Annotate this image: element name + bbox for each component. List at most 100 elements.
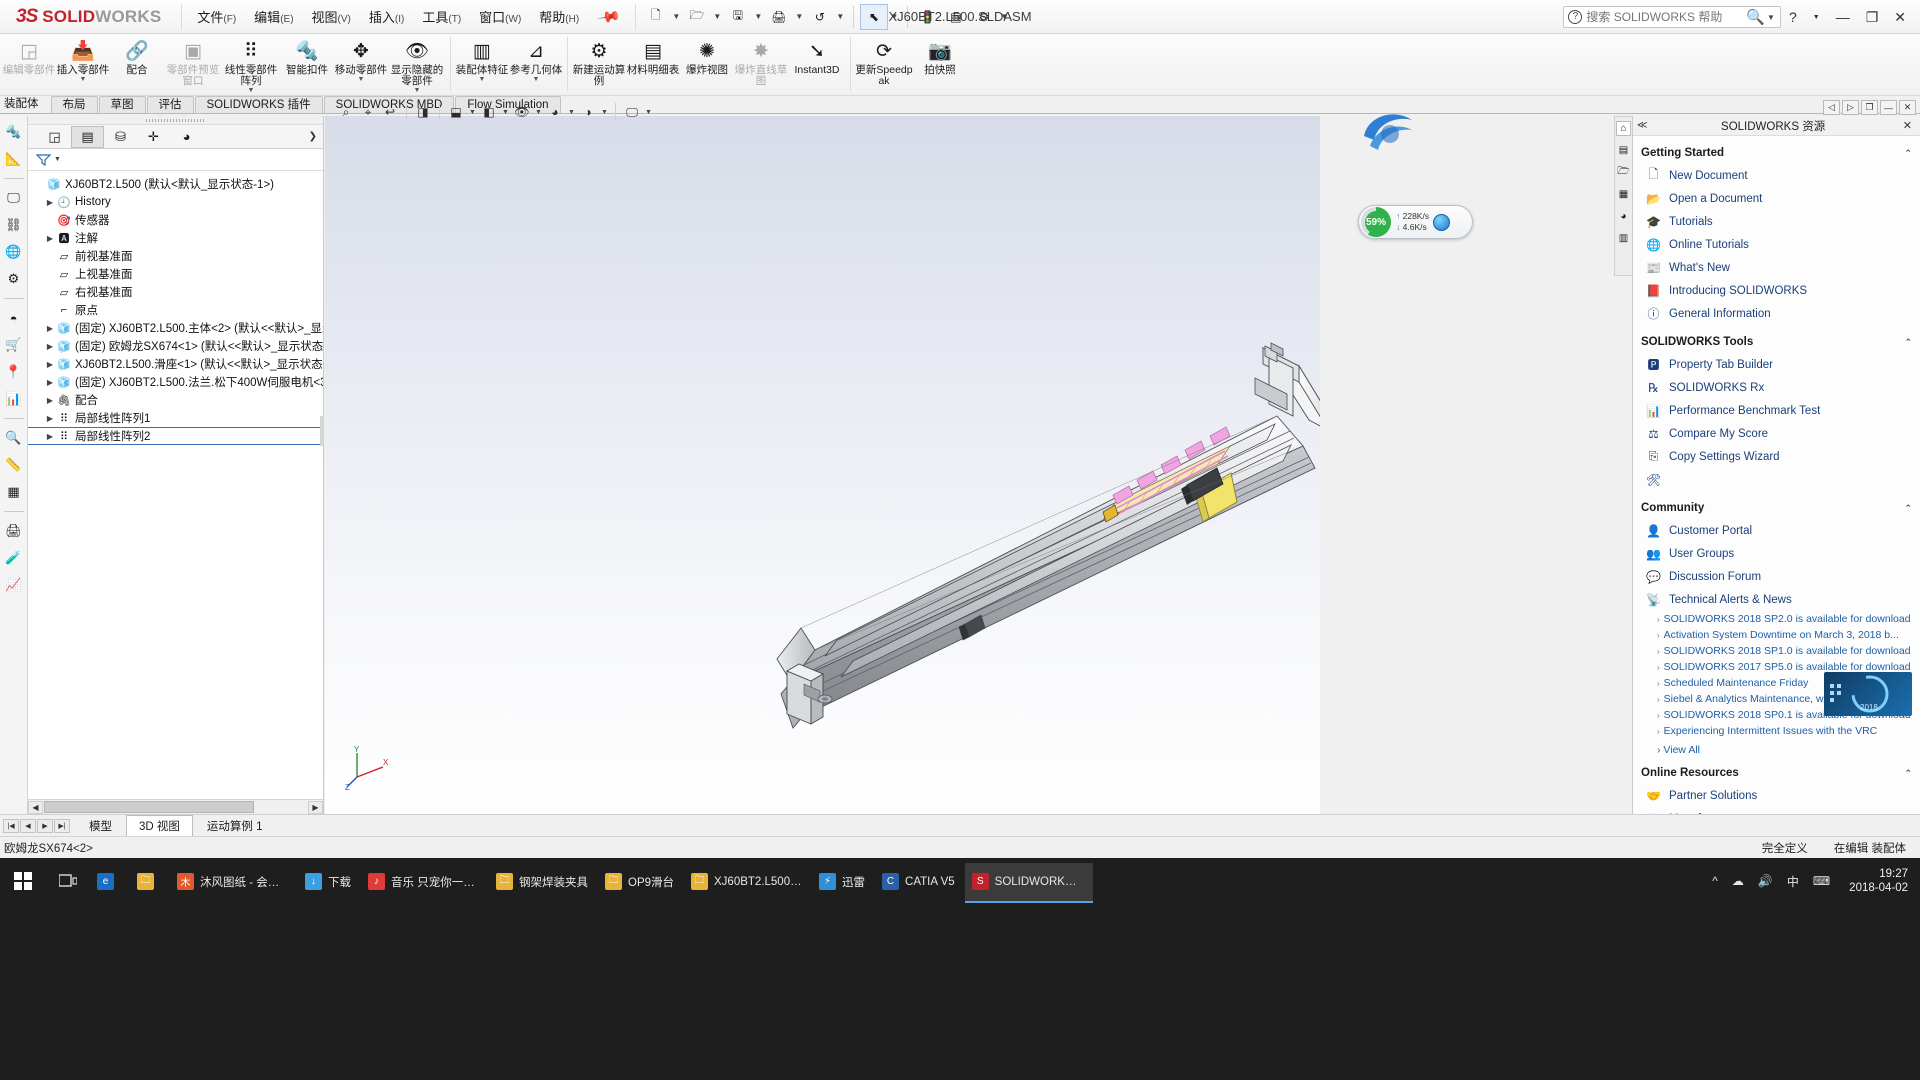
tree-item-13[interactable]: ▶⠿局部线性阵列1 — [28, 409, 323, 427]
print-icon[interactable]: 🖨 — [3, 521, 25, 541]
help-search-box[interactable]: ? 🔍 ▼ — [1563, 6, 1781, 28]
task-pane-back-arrows-icon[interactable]: ≪ — [1637, 120, 1647, 131]
open-document-caret-icon[interactable]: ▼ — [711, 4, 724, 30]
rebuild[interactable]: 🚦 — [914, 4, 942, 30]
chevron-up-icon[interactable]: ⌃ — [1904, 768, 1912, 779]
chevron-down-icon[interactable]: ▼ — [80, 76, 87, 83]
menu-item-4[interactable]: 工具(T) — [413, 2, 470, 31]
taskbar-clock[interactable]: 19:27 2018-04-02 — [1841, 867, 1920, 895]
task-pane-item-2-2[interactable]: 💬Discussion Forum — [1633, 565, 1920, 588]
analyze-icon[interactable]: 📈 — [3, 575, 25, 595]
task-pane-item-3-0[interactable]: 🤝Partner Solutions — [1633, 784, 1920, 807]
assembly-3d-model[interactable] — [325, 116, 1320, 814]
property-manager-tab[interactable]: ▤ — [71, 126, 104, 148]
view-orientation-icon[interactable]: ⬓ — [445, 101, 467, 123]
tree-expander-icon[interactable]: ▶ — [44, 432, 56, 441]
ribbon-button-7[interactable]: 👁显示隐藏的零部件▼ — [388, 34, 446, 96]
menu-item-5[interactable]: 窗口(W) — [470, 2, 530, 31]
taskbar-app-2[interactable]: 木沐风图纸 - 会员管... — [170, 863, 298, 903]
new-document-caret-icon[interactable]: ▼ — [670, 4, 683, 30]
previous-view-icon[interactable]: ↩ — [379, 101, 401, 123]
chevron-up-icon[interactable]: ⌃ — [1904, 337, 1912, 348]
tree-horizontal-scrollbar[interactable]: ◀ ▶ — [28, 799, 323, 814]
chevron-down-icon[interactable]: ▼ — [1767, 13, 1778, 22]
grid-icon[interactable]: ▦ — [3, 482, 25, 502]
task-pane-item-0-0[interactable]: 🗋New Document — [1633, 164, 1920, 187]
taskbar-app-4[interactable]: ♪音乐 只宠你一人-... — [361, 863, 489, 903]
sphere-icon[interactable]: ◓ — [3, 308, 25, 328]
task-pane-item-2-3[interactable]: 📡Technical Alerts & News — [1633, 588, 1920, 611]
doc-close-button[interactable]: ✕ — [1899, 100, 1916, 115]
tree-item-12[interactable]: ▶🖇配合 — [28, 391, 323, 409]
next-tab-button[interactable]: ▶ — [37, 819, 53, 833]
doc-minimize-button[interactable]: — — [1880, 100, 1897, 115]
prev-tab-button[interactable]: ◀ — [20, 819, 36, 833]
bolt-icon[interactable]: 🔩 — [3, 122, 25, 142]
task-pane-item-0-5[interactable]: 📕Introducing SOLIDWORKS — [1633, 279, 1920, 302]
tree-expander-icon[interactable]: ▶ — [44, 378, 56, 387]
help-caret-icon[interactable]: ▼ — [1805, 14, 1828, 21]
tree-expander-icon[interactable]: ▶ — [44, 198, 56, 207]
task-pane-item-2-1[interactable]: 👥User Groups — [1633, 542, 1920, 565]
display-style-caret-icon[interactable]: ▼ — [500, 101, 511, 123]
tree-item-14[interactable]: ▶⠿局部线性阵列2 — [28, 427, 323, 445]
help-button[interactable]: ? — [1781, 9, 1805, 25]
last-tab-button[interactable]: ▶| — [54, 819, 70, 833]
news-link-1[interactable]: ›Activation System Downtime on March 3, … — [1633, 627, 1920, 643]
chevron-down-icon[interactable]: ▼ — [479, 76, 486, 83]
graphics-viewport[interactable]: Y X Z — [325, 116, 1320, 814]
save-caret-icon[interactable]: ▼ — [752, 4, 765, 30]
tree-item-9[interactable]: ▶🧊(固定) 欧姆龙SX674<1> (默认<<默认>_显示状态 1>) — [28, 337, 323, 355]
simulate-icon[interactable]: 🧪 — [3, 548, 25, 568]
restore-button[interactable]: ❐ — [1858, 9, 1887, 26]
task-pane-item-1-3[interactable]: ⚖Compare My Score — [1633, 422, 1920, 445]
menu-item-2[interactable]: 视图(V) — [303, 2, 360, 31]
custom-properties-tab[interactable]: ▥ — [1616, 231, 1631, 246]
help-search-input[interactable] — [1586, 10, 1744, 24]
bottom-tab-模型[interactable]: 模型 — [76, 815, 125, 837]
file-explorer-tab[interactable]: 🗁 — [1616, 165, 1631, 180]
minimize-button[interactable]: — — [1828, 9, 1858, 25]
start-button[interactable] — [0, 858, 46, 904]
task-pane-item-1-5[interactable]: 🛠 — [1633, 468, 1920, 491]
taskbar-app-1[interactable]: 🗀 — [130, 863, 170, 903]
doc-next-button[interactable]: ▷ — [1842, 100, 1859, 115]
tab-SOLIDWORKS 插件[interactable]: SOLIDWORKS 插件 — [195, 96, 323, 113]
tree-item-4[interactable]: ▱前视基准面 — [28, 247, 323, 265]
display-style-icon[interactable]: ◧ — [478, 101, 500, 123]
scroll-left-arrow-icon[interactable]: ◀ — [28, 801, 43, 814]
gear-icon[interactable]: ⚙ — [3, 269, 25, 289]
taskbar-app-10[interactable]: SSOLIDWORKS Pr... — [965, 863, 1093, 903]
view-settings-icon[interactable]: 🖵 — [621, 101, 643, 123]
tree-expander-icon[interactable]: ▶ — [44, 324, 56, 333]
panel-grip[interactable] — [28, 116, 323, 125]
tree-expander-icon[interactable]: ▶ — [44, 234, 56, 243]
configuration-manager-tab[interactable]: ⛁ — [104, 126, 137, 148]
task-pane-item-0-1[interactable]: 📂Open a Document — [1633, 187, 1920, 210]
task-pane-item-3-1[interactable]: 🏭Manufacturers — [1633, 807, 1920, 814]
hide-show-items-icon[interactable]: 👁 — [511, 101, 533, 123]
taskbar-app-3[interactable]: ↓下载 — [298, 863, 361, 903]
view-all-link[interactable]: › View All — [1633, 744, 1920, 756]
display-manager-tab[interactable]: ◕ — [170, 126, 203, 148]
ribbon-button-9[interactable]: ⊿参考几何体▼ — [509, 34, 563, 96]
tree-expander-icon[interactable]: ▶ — [44, 396, 56, 405]
dimxpert-manager-tab[interactable]: ✛ — [137, 126, 170, 148]
chevron-up-icon[interactable]: ⌃ — [1904, 503, 1912, 514]
chevron-down-icon[interactable]: ▼ — [414, 87, 421, 94]
tray-icon-1[interactable]: ☁ — [1725, 874, 1751, 888]
taskbar-app-8[interactable]: ⚡迅雷 — [812, 863, 875, 903]
tree-item-8[interactable]: ▶🧊(固定) XJ60BT2.L500.主体<2> (默认<<默认>_显示状态 … — [28, 319, 323, 337]
scene-caret-icon[interactable]: ▼ — [599, 101, 610, 123]
news-link-7[interactable]: ›Experiencing Intermittent Issues with t… — [1633, 723, 1920, 739]
chevron-down-icon[interactable]: ▼ — [358, 76, 365, 83]
tree-item-7[interactable]: ⌐原点 — [28, 301, 323, 319]
hide-show-items-caret-icon[interactable]: ▼ — [533, 101, 544, 123]
task-pane-item-1-4[interactable]: ⎘Copy Settings Wizard — [1633, 445, 1920, 468]
task-view-button[interactable] — [46, 858, 90, 904]
chevron-down-icon[interactable]: ▼ — [533, 76, 540, 83]
tree-expander-icon[interactable]: ▶ — [44, 360, 56, 369]
ribbon-button-14[interactable]: ➘Instant3D — [788, 34, 846, 96]
chevron-down-icon[interactable]: ▼ — [248, 87, 255, 94]
chevron-up-icon[interactable]: ⌃ — [1904, 148, 1912, 159]
